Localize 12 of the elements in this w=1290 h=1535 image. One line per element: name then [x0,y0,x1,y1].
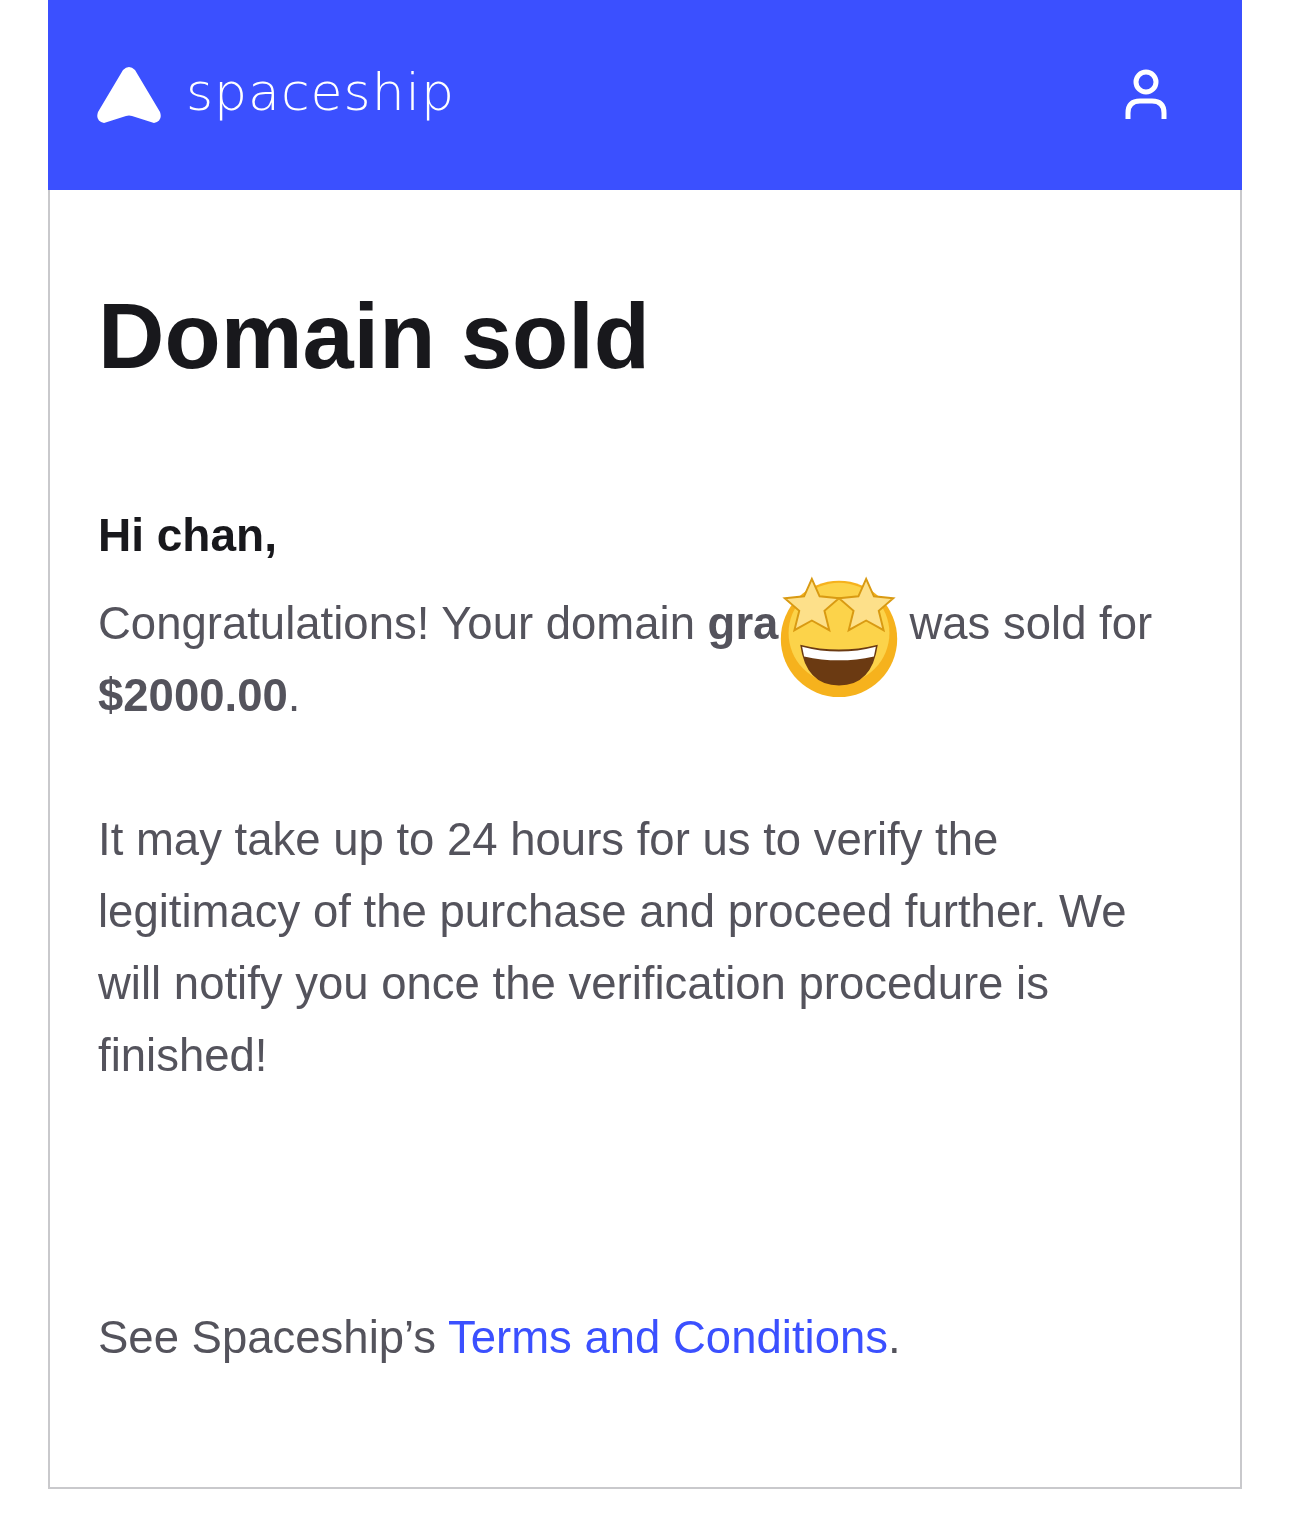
period-text: . [888,1312,901,1363]
brand-name: spaceship [186,62,456,122]
logo-icon [96,66,162,124]
terms-text: See Spaceship’s [98,1312,438,1363]
verification-text: It may take up to 24 hours for us to verify the legitimacy of the purchase and proceed further. We will notify you once the verification procedure is finished! [98,813,1128,1083]
page-title: Domain sold [98,290,652,382]
terms-link[interactable]: Terms and Conditions [447,1312,888,1363]
greeting-text: Hi chan, [98,508,278,562]
user-icon[interactable] [1124,69,1168,121]
price-text: $2000.00. [98,669,301,723]
sale-text: was sold for [909,597,1153,651]
congratulations-text: Congratulations! Your domain gra [98,597,779,651]
